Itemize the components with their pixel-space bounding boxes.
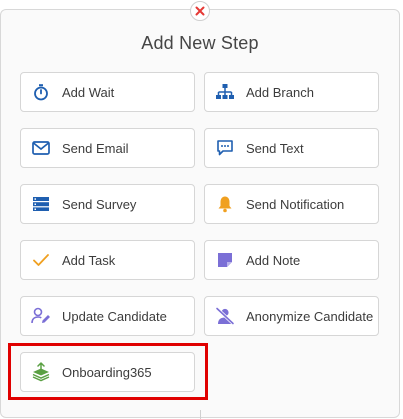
- note-icon: [215, 250, 235, 270]
- anonymize-candidate-label: Anonymize Candidate: [246, 308, 374, 324]
- bell-icon: [215, 194, 235, 214]
- add-wait-label: Add Wait: [62, 84, 115, 100]
- connector-line: [200, 410, 201, 419]
- chat-bubble-icon: [215, 138, 235, 158]
- anonymize-candidate-button[interactable]: Anonymize Candidate: [204, 296, 379, 336]
- onboarding365-label: Onboarding365: [62, 364, 152, 380]
- update-candidate-button[interactable]: Update Candidate: [20, 296, 195, 336]
- send-email-button[interactable]: Send Email: [20, 128, 195, 168]
- send-text-label: Send Text: [246, 140, 304, 156]
- dialog-title: Add New Step: [141, 33, 259, 53]
- close-button[interactable]: [190, 1, 210, 21]
- add-wait-button[interactable]: Add Wait: [20, 72, 195, 112]
- user-edit-icon: [31, 306, 51, 326]
- onboarding365-button[interactable]: Onboarding365: [20, 352, 195, 392]
- onboarding-stack-icon: [31, 362, 51, 382]
- stopwatch-icon: [31, 82, 51, 102]
- add-task-label: Add Task: [62, 252, 116, 268]
- send-survey-label: Send Survey: [62, 196, 137, 212]
- close-x-icon: [195, 6, 205, 16]
- envelope-icon: [31, 138, 51, 158]
- send-text-button[interactable]: Send Text: [204, 128, 379, 168]
- add-note-label: Add Note: [246, 252, 301, 268]
- user-slash-icon: [215, 306, 235, 326]
- checkmark-icon: [31, 250, 51, 270]
- update-candidate-label: Update Candidate: [62, 308, 167, 324]
- add-branch-label: Add Branch: [246, 84, 314, 100]
- send-notification-button[interactable]: Send Notification: [204, 184, 379, 224]
- add-branch-button[interactable]: Add Branch: [204, 72, 379, 112]
- send-survey-button[interactable]: Send Survey: [20, 184, 195, 224]
- branch-icon: [215, 82, 235, 102]
- survey-list-icon: [31, 194, 51, 214]
- send-notification-label: Send Notification: [246, 196, 345, 212]
- add-task-button[interactable]: Add Task: [20, 240, 195, 280]
- add-note-button[interactable]: Add Note: [204, 240, 379, 280]
- send-email-label: Send Email: [62, 140, 129, 156]
